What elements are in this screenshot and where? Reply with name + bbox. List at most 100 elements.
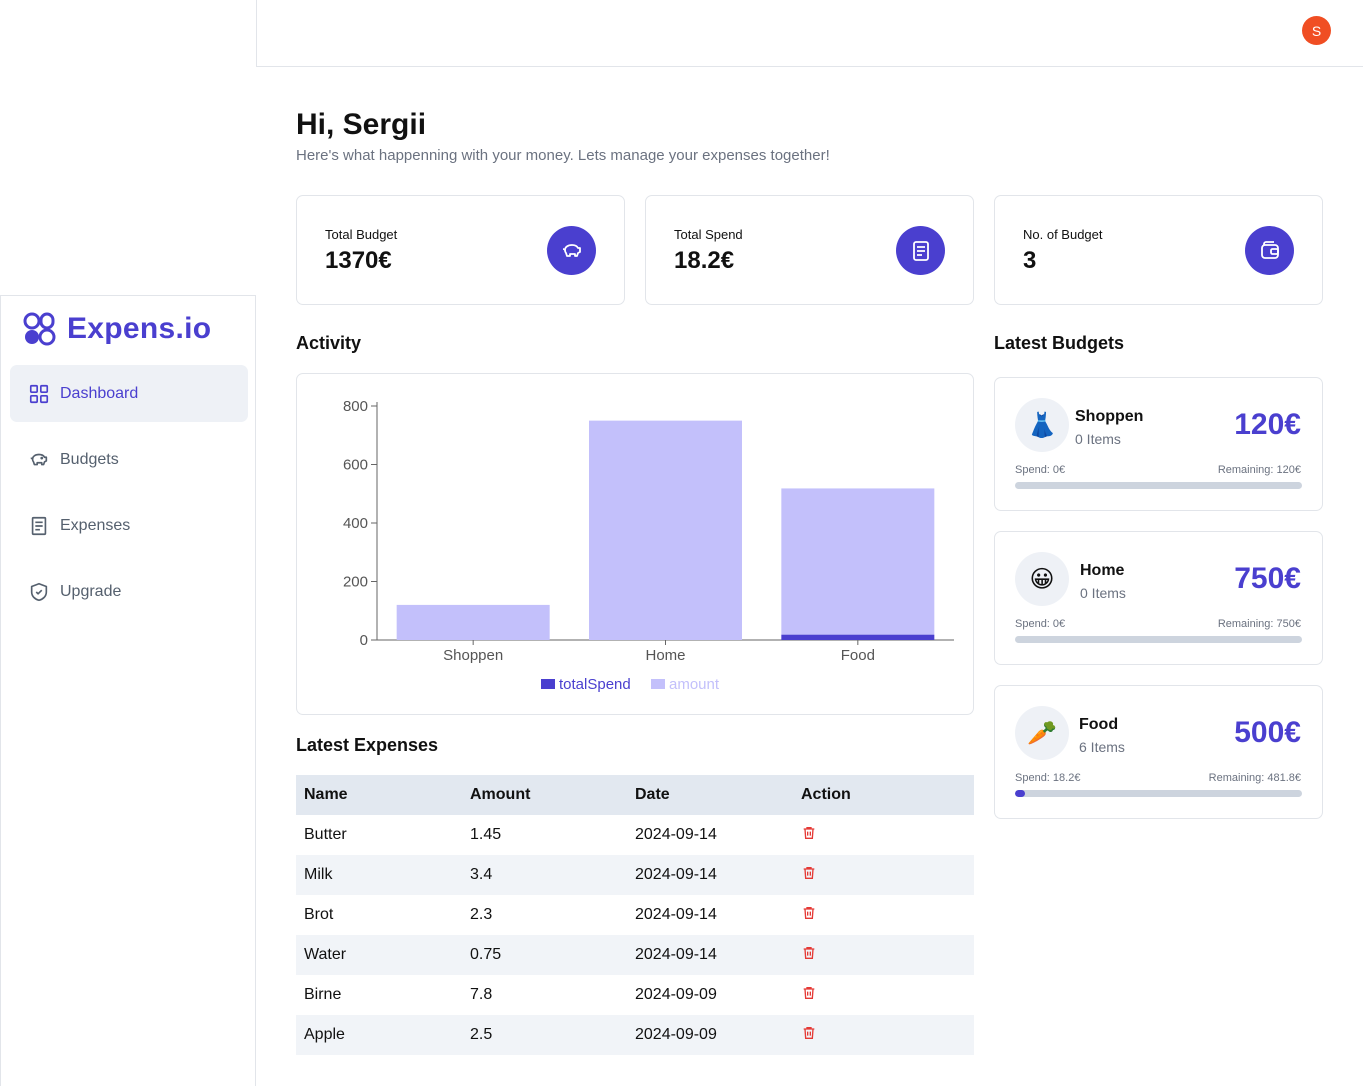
- cell-amount: 2.5: [470, 1026, 493, 1043]
- cell-amount: 0.75: [470, 946, 502, 963]
- cell-action: [793, 825, 974, 846]
- bar-amount: [781, 488, 935, 635]
- table-row: Apple 2.5 2024-09-09: [296, 1015, 974, 1055]
- cell-name: Brot: [304, 906, 334, 923]
- budget-progress-bar: [1015, 636, 1302, 643]
- budget-items-count: 0 Items: [1075, 431, 1121, 447]
- legend-label: totalSpend: [559, 676, 631, 693]
- cell-name: Butter: [304, 826, 347, 843]
- latest-budgets-title: Latest Budgets: [994, 333, 1125, 353]
- budget-items-count: 6 Items: [1079, 739, 1125, 755]
- cell-name: Milk: [304, 866, 333, 883]
- latest-expenses-title: Latest Expenses: [296, 735, 439, 755]
- shield-icon: [30, 582, 48, 601]
- y-tick-label: 600: [343, 457, 368, 474]
- cell-amount: 1.45: [470, 826, 502, 843]
- budget-emoji: 😀: [1015, 552, 1069, 606]
- column-header-action: Action: [801, 786, 851, 803]
- table-row: Birne 7.8 2024-09-09: [296, 975, 974, 1015]
- table-row: Water 0.75 2024-09-14: [296, 935, 974, 975]
- trash-icon[interactable]: [801, 985, 817, 1001]
- budget-amount: 500€: [1234, 716, 1301, 749]
- trash-icon[interactable]: [801, 905, 817, 921]
- logo-icon: [23, 312, 56, 346]
- budget-spend: Spend: 0€: [1015, 464, 1066, 476]
- budget-items-count: 0 Items: [1080, 585, 1126, 601]
- user-avatar[interactable]: S: [1302, 16, 1331, 45]
- table-header: Name Amount Date Action: [296, 775, 974, 815]
- page-subtitle: Here's what happenning with your money. …: [296, 147, 830, 164]
- sidebar-item-label: Expenses: [60, 516, 131, 534]
- cell-date: 2024-09-09: [635, 1026, 717, 1043]
- stat-label: Total Budget: [325, 227, 398, 242]
- trash-icon[interactable]: [801, 945, 817, 961]
- stat-card-no-of-budget: No. of Budget 3: [994, 195, 1323, 305]
- cell-amount: 7.8: [470, 986, 493, 1003]
- y-tick-label: 400: [343, 515, 368, 532]
- cell-date: 2024-09-14: [635, 906, 717, 923]
- budget-card-food[interactable]: 🥕 Food 6 Items 500€ Spend: 18.2€ Remaini…: [994, 685, 1323, 819]
- sidebar-item-expenses[interactable]: Expenses: [10, 497, 248, 554]
- table-row: Brot 2.3 2024-09-14: [296, 895, 974, 935]
- cell-date: 2024-09-09: [635, 986, 717, 1003]
- sidebar-item-dashboard[interactable]: Dashboard: [10, 365, 248, 422]
- budget-remaining: Remaining: 750€: [1217, 618, 1301, 630]
- legend-swatch: [541, 679, 555, 689]
- cell-action: [793, 865, 974, 886]
- stat-card-total-budget: Total Budget 1370€: [296, 195, 625, 305]
- bar-chart: 0 200 400 600 800 Shoppen Home Food totalSpend am…: [343, 398, 954, 693]
- table-row: Milk 3.4 2024-09-14: [296, 855, 974, 895]
- piggy-bank-icon: [562, 243, 581, 257]
- budget-emoji: 👗: [1015, 398, 1069, 452]
- cell-action: [793, 985, 974, 1006]
- expenses-table: Name Amount Date Action Butter 1.45 2024…: [296, 775, 974, 1055]
- y-tick-label: 0: [360, 632, 368, 649]
- budget-name: Home: [1080, 562, 1125, 579]
- sidebar: Expens.io Dashboard Budgets Expenses Upg…: [0, 295, 256, 1086]
- sidebar-item-label: Dashboard: [60, 384, 139, 402]
- avatar-initial: S: [1311, 22, 1322, 39]
- budget-card-shoppen[interactable]: 👗 Shoppen 0 Items 120€ Spend: 0€ Remaini…: [994, 377, 1323, 511]
- cell-date: 2024-09-14: [635, 826, 717, 843]
- budget-progress-fill: [1015, 790, 1026, 797]
- trash-icon[interactable]: [801, 865, 817, 881]
- stat-icon: [896, 226, 945, 275]
- legend-label: amount: [669, 676, 720, 693]
- top-bar: S: [256, 0, 1363, 67]
- logo-text: Expens.io: [67, 312, 212, 345]
- cell-name: Water: [304, 946, 347, 963]
- trash-icon[interactable]: [801, 825, 817, 841]
- column-header-amount: Amount: [470, 786, 531, 803]
- stat-icon: [547, 226, 596, 275]
- bar-amount: [589, 420, 742, 640]
- budget-progress-bar: [1015, 482, 1302, 489]
- trash-icon[interactable]: [801, 1025, 817, 1041]
- bar-total-spend: [781, 634, 935, 640]
- sidebar-item-upgrade[interactable]: Upgrade: [10, 563, 248, 620]
- cell-date: 2024-09-14: [635, 866, 717, 883]
- cell-date: 2024-09-14: [635, 946, 717, 963]
- piggy-bank-icon: [30, 453, 48, 465]
- receipt-icon: [912, 240, 929, 261]
- cell-action: [793, 1025, 974, 1046]
- x-tick-label: Food: [841, 647, 875, 664]
- stat-icon: [1245, 226, 1294, 275]
- sidebar-item-budgets[interactable]: Budgets: [10, 431, 248, 488]
- cell-amount: 3.4: [470, 866, 493, 883]
- column-header-name: Name: [304, 786, 348, 803]
- logo[interactable]: Expens.io: [23, 312, 211, 346]
- column-header-date: Date: [635, 786, 670, 803]
- cell-action: [793, 905, 974, 926]
- budget-card-home[interactable]: 😀 Home 0 Items 750€ Spend: 0€ Remaining:…: [994, 531, 1323, 665]
- y-tick-label: 200: [343, 574, 368, 591]
- stat-card-total-spend: Total Spend 18.2€: [645, 195, 974, 305]
- x-tick-label: Shoppen: [443, 647, 503, 664]
- table-row: Butter 1.45 2024-09-14: [296, 815, 974, 855]
- cell-name: Apple: [304, 1026, 345, 1043]
- budget-name: Shoppen: [1075, 408, 1144, 425]
- budget-remaining: Remaining: 120€: [1217, 464, 1301, 476]
- sidebar-item-label: Budgets: [60, 450, 119, 468]
- wallet-icon: [1260, 240, 1279, 259]
- budget-remaining: Remaining: 481.8€: [1208, 772, 1301, 784]
- budget-amount: 120€: [1234, 408, 1301, 441]
